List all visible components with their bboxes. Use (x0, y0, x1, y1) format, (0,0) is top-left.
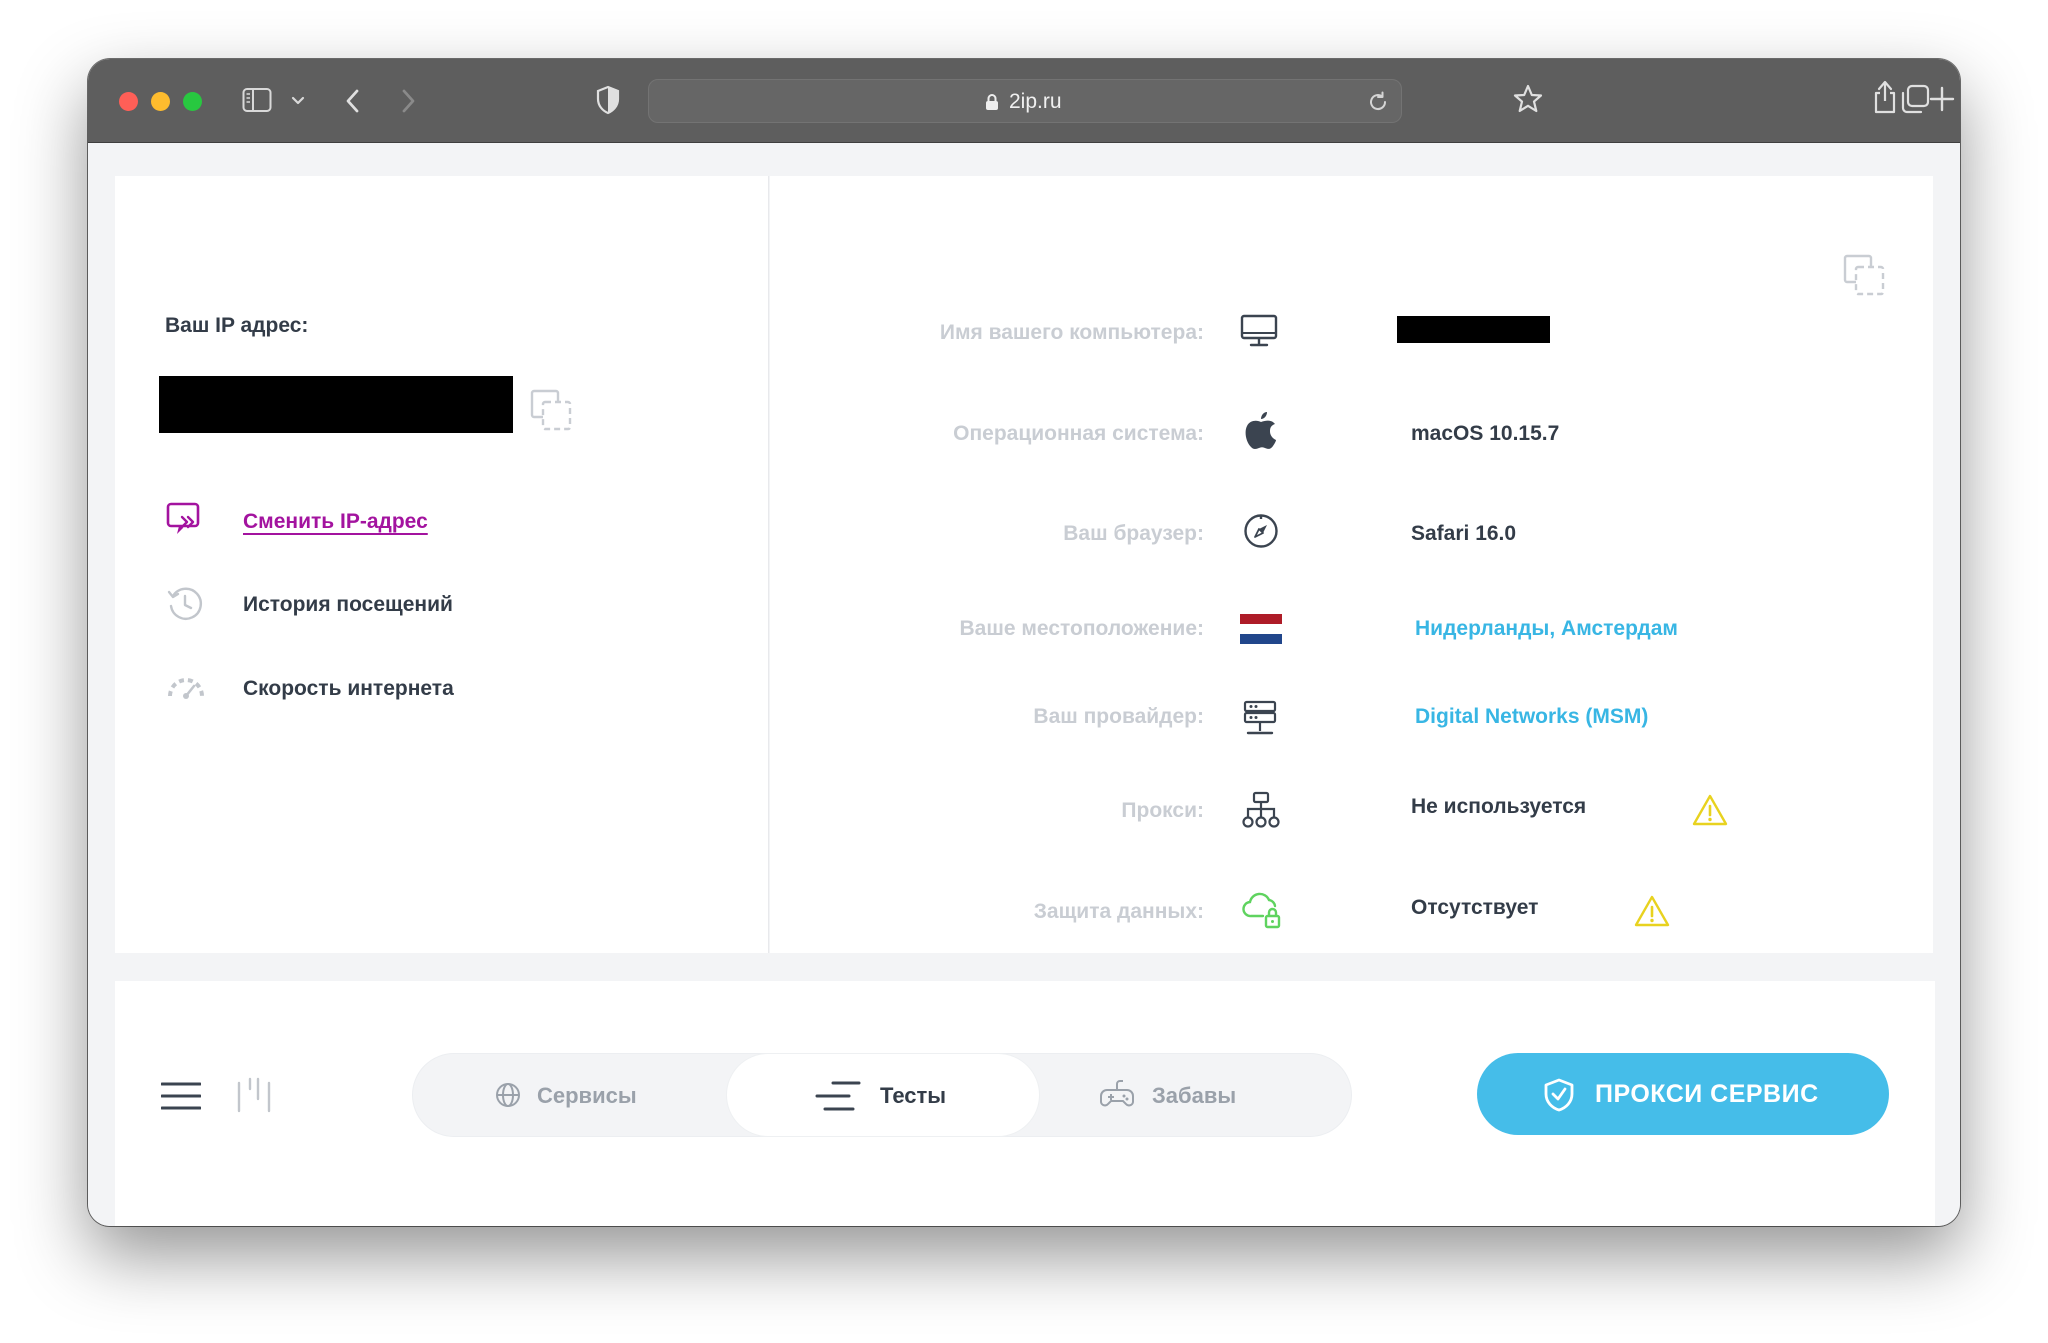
os-label: Операционная система: (953, 422, 1204, 445)
tab-services-label: Сервисы (537, 1083, 637, 1108)
chevron-down-icon[interactable] (291, 95, 305, 107)
proxy-label: Прокси: (1121, 799, 1204, 822)
bottom-nav: Сервисы Тесты Забавы ПРОКСИ СЕРВИС (115, 981, 1935, 1226)
zoom-window-button[interactable] (183, 92, 202, 111)
warning-icon (1692, 794, 1728, 826)
hamburger-menu-icon[interactable] (161, 1081, 201, 1111)
lock-icon (986, 94, 998, 110)
bookmark-star-icon[interactable] (1513, 84, 1543, 114)
close-window-button[interactable] (119, 92, 138, 111)
gamepad-icon (1100, 1080, 1134, 1107)
tab-services[interactable]: Сервисы (413, 1054, 725, 1136)
computer-name-label: Имя вашего компьютера: (939, 321, 1204, 344)
info-panel: Имя вашего компьютера: Операционная сист… (770, 176, 1933, 953)
computer-name-redacted (1397, 316, 1550, 343)
speedometer-icon (168, 678, 204, 699)
address-bar[interactable]: 2ip.ru (648, 79, 1402, 123)
location-value[interactable]: Нидерланды, Амстердам (1415, 617, 1678, 641)
apple-icon (1245, 412, 1276, 449)
change-ip-link[interactable]: Сменить IP-адрес (165, 501, 495, 541)
provider-value[interactable]: Digital Networks (MSM) (1415, 705, 1648, 729)
sidebar-toggle-icon[interactable] (242, 87, 272, 113)
history-icon (167, 587, 203, 620)
forward-icon[interactable] (398, 86, 418, 116)
browser-label: Ваш браузер: (1063, 522, 1204, 545)
netherlands-flag-icon (1240, 614, 1282, 644)
browser-value: Safari 16.0 (1411, 522, 1517, 545)
data-protection-label: Защита данных: (1033, 900, 1204, 923)
warning-icon (1634, 895, 1670, 927)
browser-window: 2ip.ru Ваш IP адрес: Сменить IP-адрес Ис… (88, 59, 1960, 1226)
lines-icon (815, 1081, 861, 1111)
browser-toolbar: 2ip.ru (88, 59, 1960, 143)
overview-icon[interactable] (1900, 84, 1930, 114)
network-tree-icon (1242, 791, 1280, 828)
ip-label: Ваш IP адрес: (165, 314, 309, 337)
category-tabs: Сервисы Тесты Забавы (412, 1053, 1352, 1137)
change-ip-icon (166, 502, 200, 534)
change-ip-label: Сменить IP-адрес (243, 510, 428, 533)
tab-tests-label: Тесты (880, 1083, 947, 1108)
location-label: Ваше местоположение: (959, 617, 1204, 640)
page-content: Ваш IP адрес: Сменить IP-адрес История п… (88, 143, 1960, 1226)
ip-address-redacted (159, 376, 513, 433)
proxy-service-label: ПРОКСИ СЕРВИС (1595, 1080, 1819, 1108)
new-tab-icon[interactable] (1929, 86, 1955, 112)
globe-icon (496, 1083, 520, 1107)
minimize-window-button[interactable] (151, 92, 170, 111)
cloud-lock-icon (1242, 892, 1281, 929)
data-protection-value: Отсутствует (1411, 896, 1539, 919)
speed-test-label: Скорость интернета (243, 677, 454, 700)
screen: 2ip.ru Ваш IP адрес: Сменить IP-адрес Ис… (0, 0, 2048, 1343)
url-text: 2ip.ru (1009, 90, 1062, 113)
reload-icon[interactable] (1367, 91, 1389, 113)
shield-check-icon (1544, 1078, 1574, 1112)
server-icon (1243, 700, 1277, 735)
tab-fun-label: Забавы (1152, 1083, 1237, 1108)
provider-label: Ваш провайдер: (1033, 705, 1204, 728)
history-link[interactable]: История посещений (165, 584, 495, 624)
compass-icon (1244, 514, 1278, 548)
back-icon[interactable] (343, 86, 363, 116)
ip-panel: Ваш IP адрес: Сменить IP-адрес История п… (115, 176, 769, 953)
os-value: macOS 10.15.7 (1411, 422, 1560, 445)
speed-test-link[interactable]: Скорость интернета (165, 668, 495, 708)
monitor-icon (1240, 314, 1278, 347)
history-label: История посещений (243, 593, 453, 616)
copy-info-icon[interactable] (1842, 253, 1886, 297)
privacy-shield-icon[interactable] (596, 85, 620, 115)
copy-ip-icon[interactable] (529, 388, 573, 432)
tab-tests[interactable]: Тесты (727, 1054, 1039, 1136)
proxy-service-button[interactable]: ПРОКСИ СЕРВИС (1477, 1053, 1889, 1135)
proxy-value: Не используется (1411, 795, 1587, 818)
logo-bars-icon[interactable] (236, 1077, 272, 1113)
share-icon[interactable] (1871, 79, 1899, 115)
tab-fun[interactable]: Забавы (1039, 1054, 1351, 1136)
